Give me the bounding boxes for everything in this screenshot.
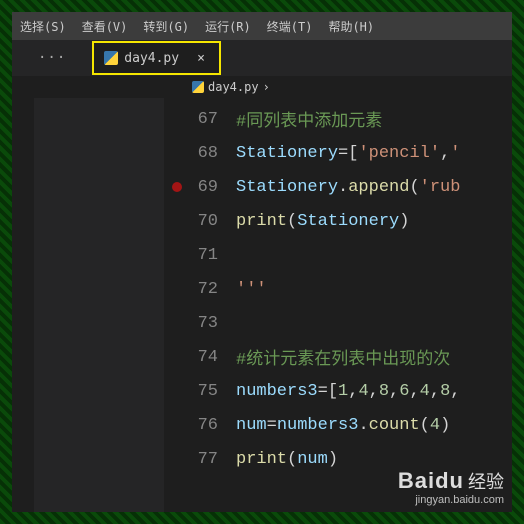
menu-go[interactable]: 转到(G) xyxy=(135,18,197,35)
line-number: 73 xyxy=(164,314,236,333)
code-line[interactable]: 70 print(Stationery) xyxy=(164,204,512,238)
line-number: 70 xyxy=(164,212,236,231)
menu-select[interactable]: 选择(S) xyxy=(12,18,74,35)
code-line[interactable]: 72 ''' xyxy=(164,272,512,306)
tab-day4[interactable]: day4.py × xyxy=(92,41,221,75)
tab-label: day4.py xyxy=(124,51,179,66)
python-icon xyxy=(104,51,118,65)
line-number: 75 xyxy=(164,382,236,401)
menu-help[interactable]: 帮助(H) xyxy=(320,18,382,35)
watermark: Baidu经验 jingyan.baidu.com xyxy=(398,468,504,506)
code-line[interactable]: 71 xyxy=(164,238,512,272)
chevron-right-icon: › xyxy=(263,80,270,94)
comment: #同列表中添加元素 xyxy=(236,106,382,132)
code-area[interactable]: 67 #同列表中添加元素 68 Stationery=['pencil',' 6… xyxy=(164,98,512,512)
code-line[interactable]: 76 num=numbers3.count(4) xyxy=(164,408,512,442)
python-icon xyxy=(192,81,204,93)
code-line[interactable]: 74 #统计元素在列表中出现的次 xyxy=(164,340,512,374)
menu-bar: 选择(S) 查看(V) 转到(G) 运行(R) 终端(T) 帮助(H) xyxy=(12,12,512,40)
comment: #统计元素在列表中出现的次 xyxy=(236,344,450,370)
code-line[interactable]: 69 Stationery.append('rub xyxy=(164,170,512,204)
breadcrumb-label: day4.py xyxy=(208,80,259,94)
code: Stationery=['pencil',' xyxy=(236,144,460,163)
code: print(num) xyxy=(236,450,338,469)
line-number: 71 xyxy=(164,246,236,265)
close-icon[interactable]: × xyxy=(193,50,209,66)
activity-bar[interactable] xyxy=(12,98,34,512)
code-line[interactable]: 75 numbers3=[1,4,8,6,4,8, xyxy=(164,374,512,408)
line-number: 76 xyxy=(164,416,236,435)
menu-terminal[interactable]: 终端(T) xyxy=(259,18,321,35)
explorer-panel[interactable] xyxy=(34,98,164,512)
menu-view[interactable]: 查看(V) xyxy=(74,18,136,35)
string: ''' xyxy=(236,280,267,299)
tab-overflow-icon[interactable]: ··· xyxy=(12,50,92,66)
code-line[interactable]: 68 Stationery=['pencil',' xyxy=(164,136,512,170)
line-number: 77 xyxy=(164,450,236,469)
breadcrumb[interactable]: day4.py › xyxy=(12,76,512,98)
code-line[interactable]: 73 xyxy=(164,306,512,340)
breakpoint-icon[interactable]: 69 xyxy=(164,178,236,197)
code: numbers3=[1,4,8,6,4,8, xyxy=(236,382,460,401)
line-number: 72 xyxy=(164,280,236,299)
code: Stationery.append('rub xyxy=(236,178,460,197)
line-number: 67 xyxy=(164,110,236,129)
line-number: 68 xyxy=(164,144,236,163)
editor[interactable]: 67 #同列表中添加元素 68 Stationery=['pencil',' 6… xyxy=(12,98,512,512)
code: print(Stationery) xyxy=(236,212,409,231)
tab-bar: ··· day4.py × xyxy=(12,40,512,76)
code: num=numbers3.count(4) xyxy=(236,416,450,435)
code-line[interactable]: 67 #同列表中添加元素 xyxy=(164,102,512,136)
line-number: 74 xyxy=(164,348,236,367)
menu-run[interactable]: 运行(R) xyxy=(197,18,259,35)
